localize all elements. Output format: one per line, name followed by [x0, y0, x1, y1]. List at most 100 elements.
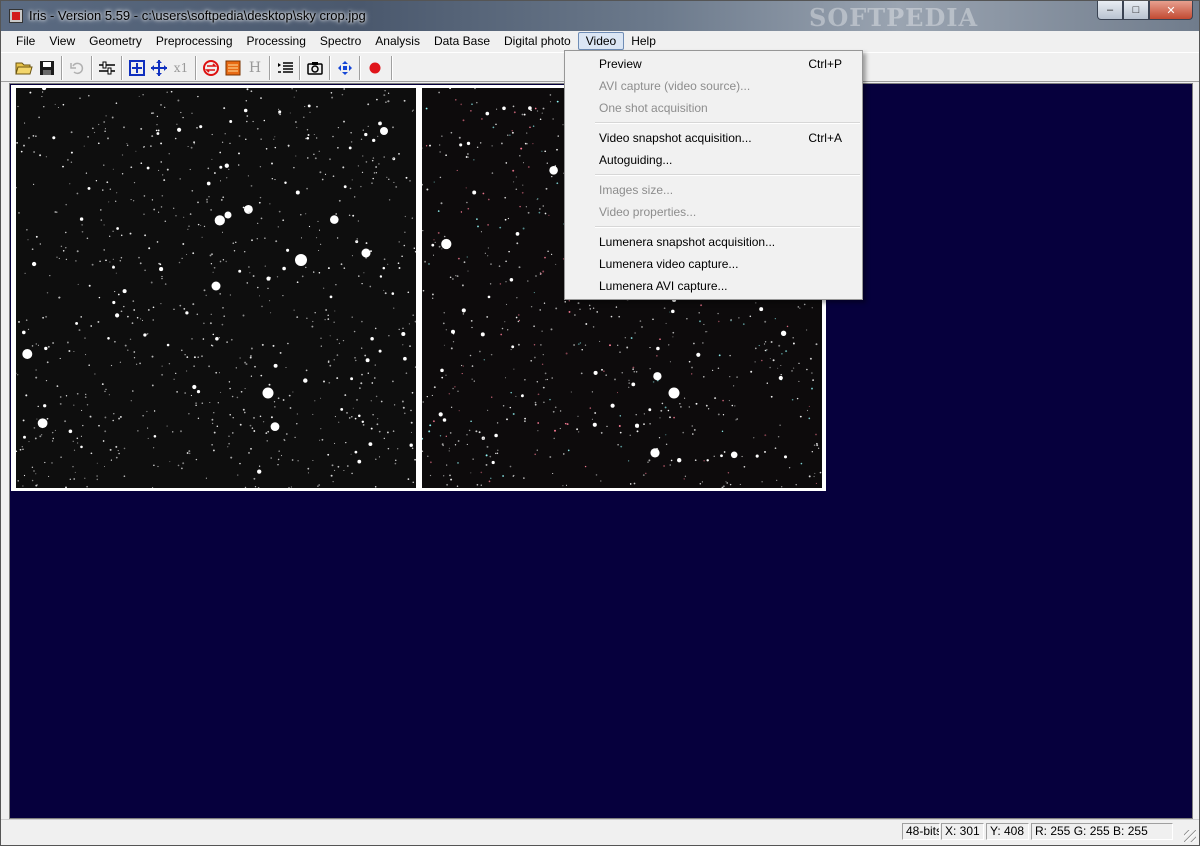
- star: [31, 466, 34, 468]
- menu-item-shortcut: Ctrl+P: [808, 57, 842, 71]
- menu-item-lumenera-snapshot[interactable]: Lumenera snapshot acquisition...: [565, 231, 862, 253]
- menu-item-autoguiding[interactable]: Autoguiding...: [565, 149, 862, 171]
- star: [438, 245, 441, 248]
- star: [16, 142, 18, 144]
- menu-help[interactable]: Help: [624, 32, 663, 50]
- star: [249, 356, 252, 359]
- star: [201, 402, 204, 404]
- star: [778, 375, 783, 381]
- menu-preprocessing[interactable]: Preprocessing: [149, 32, 240, 50]
- star: [146, 166, 150, 170]
- menu-item-lumenera-avi[interactable]: Lumenera AVI capture...: [565, 275, 862, 297]
- threshold-button[interactable]: [96, 57, 118, 79]
- star: [470, 420, 472, 422]
- menu-item-lumenera-video[interactable]: Lumenera video capture...: [565, 253, 862, 275]
- toolbar-separator: [391, 56, 393, 80]
- star: [636, 430, 639, 433]
- star: [22, 349, 33, 359]
- image-panel-left[interactable]: [16, 88, 416, 488]
- star: [781, 352, 783, 355]
- star: [471, 326, 473, 329]
- zoom-out-button[interactable]: [148, 57, 170, 79]
- star: [60, 245, 63, 248]
- menu-analysis[interactable]: Analysis: [368, 32, 427, 50]
- star: [164, 220, 167, 223]
- star: [523, 113, 526, 116]
- star: [213, 266, 216, 269]
- star: [112, 300, 116, 305]
- menu-digital-photo[interactable]: Digital photo: [497, 32, 578, 50]
- list-button[interactable]: [274, 57, 296, 79]
- star: [249, 272, 251, 274]
- star: [379, 275, 383, 278]
- star: [425, 107, 428, 110]
- open-button[interactable]: [13, 57, 35, 79]
- menu-video[interactable]: Video: [577, 32, 625, 50]
- star: [384, 89, 386, 92]
- star: [181, 349, 183, 352]
- histogram-button[interactable]: H: [244, 57, 266, 79]
- star: [592, 422, 597, 427]
- resize-grip[interactable]: [1184, 830, 1196, 842]
- palette-button[interactable]: [222, 57, 244, 79]
- star: [144, 269, 146, 272]
- star: [142, 94, 144, 96]
- camera-button[interactable]: [304, 57, 326, 79]
- star: [377, 418, 379, 420]
- star: [501, 327, 504, 330]
- star: [39, 154, 42, 157]
- swap-button[interactable]: [200, 57, 222, 79]
- star: [80, 435, 82, 437]
- menu-view[interactable]: View: [42, 32, 82, 50]
- menu-spectro[interactable]: Spectro: [313, 32, 368, 50]
- star: [568, 300, 571, 302]
- star: [156, 241, 159, 243]
- star: [41, 96, 43, 98]
- star: [691, 373, 693, 375]
- star: [282, 294, 284, 297]
- menu-processing[interactable]: Processing: [240, 32, 313, 50]
- star: [52, 342, 55, 344]
- record-button[interactable]: [364, 57, 386, 79]
- star: [411, 217, 413, 219]
- menu-data-base[interactable]: Data Base: [427, 32, 497, 50]
- menu-item-preview[interactable]: Preview Ctrl+P: [565, 53, 862, 75]
- star: [486, 315, 489, 318]
- star: [387, 263, 389, 265]
- star: [51, 462, 53, 464]
- star: [725, 481, 727, 483]
- star: [243, 108, 248, 113]
- star: [336, 338, 339, 341]
- menu-item-video-snapshot[interactable]: Video snapshot acquisition... Ctrl+A: [565, 127, 862, 149]
- undo-icon: [70, 62, 84, 75]
- star: [358, 414, 361, 418]
- zoom-1x-button[interactable]: x1: [170, 57, 192, 79]
- camera-icon: [307, 62, 323, 75]
- star: [252, 275, 255, 277]
- maximize-button[interactable]: □: [1123, 1, 1149, 20]
- star: [811, 387, 813, 390]
- menu-file[interactable]: File: [9, 32, 42, 50]
- star: [152, 306, 155, 309]
- zoom-in-button[interactable]: [126, 57, 148, 79]
- minimize-button[interactable]: ‒: [1097, 1, 1123, 20]
- star: [265, 432, 268, 434]
- star: [672, 336, 674, 338]
- star: [212, 449, 215, 452]
- move-button[interactable]: [334, 57, 356, 79]
- star: [667, 409, 670, 412]
- star: [352, 407, 354, 409]
- star: [169, 461, 171, 463]
- app-icon[interactable]: [9, 9, 23, 23]
- star: [91, 263, 94, 266]
- star: [542, 353, 544, 356]
- undo-button[interactable]: [66, 57, 88, 79]
- close-button[interactable]: ✕: [1149, 1, 1193, 20]
- star: [22, 485, 24, 487]
- star: [594, 412, 597, 414]
- title-bar[interactable]: Iris - Version 5.59 - c:\users\softpedia…: [1, 1, 1199, 32]
- star: [487, 224, 489, 226]
- star: [549, 94, 552, 96]
- save-button[interactable]: [36, 57, 58, 79]
- menu-geometry[interactable]: Geometry: [82, 32, 149, 50]
